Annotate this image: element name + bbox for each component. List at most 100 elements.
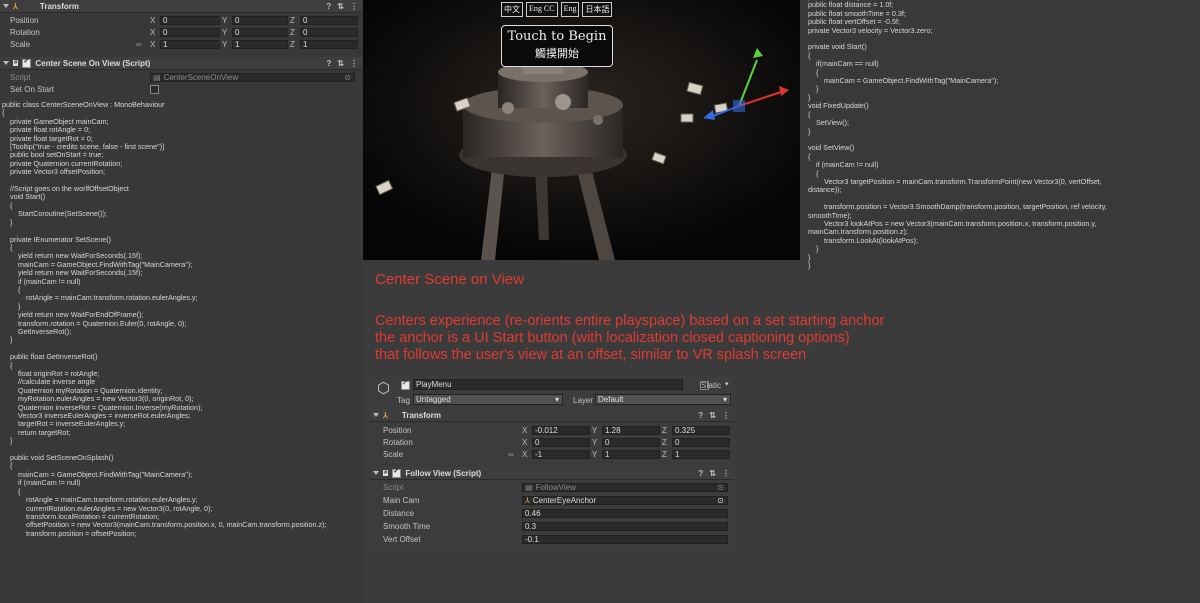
help-icon[interactable]: ? [326, 2, 331, 11]
follow-view-header[interactable]: # Follow View (Script) ? ⇅ ⋮ [370, 467, 734, 480]
object-name-field[interactable]: PlayMenu [413, 379, 683, 390]
position-z-field[interactable]: 0.325 [672, 426, 730, 435]
more-icon[interactable]: ⋮ [722, 411, 730, 420]
transform-ref-icon: ⅄ [525, 496, 530, 505]
layer-label: Layer [573, 396, 594, 405]
right-code-panel: public GameObject mainCam; public float … [802, 0, 1146, 307]
smooth-time-row: Smooth Time 0.3 [383, 521, 733, 532]
position-label: Position [10, 16, 39, 25]
scale-row: Scale ∞ X -1 Y1 Z1 [383, 449, 733, 460]
script-header[interactable]: # Center Scene On View (Script) ? ⇅ ⋮ [0, 57, 362, 70]
lang-button-eng[interactable]: Eng [560, 2, 580, 17]
distance-field[interactable]: 0.46 [522, 509, 728, 518]
z-axis-label: Z [662, 450, 667, 459]
foldout-arrow-icon[interactable] [3, 61, 9, 65]
y-axis-label: Y [592, 450, 598, 459]
transform-title: Transform [39, 1, 80, 11]
scale-y-field[interactable]: 1 [602, 450, 660, 459]
scale-z-field[interactable]: 1 [672, 450, 730, 459]
rotation-x-field[interactable]: 0 [532, 438, 590, 447]
lang-button-chinese[interactable]: 中文 [501, 2, 523, 17]
cube-icon: ⬡ [377, 380, 391, 397]
position-row: Position X -0.012 Y 1.28 Z 0.325 [383, 425, 733, 436]
rotation-y-field[interactable]: 0 [232, 28, 288, 37]
scale-label: Scale [383, 450, 404, 459]
help-icon[interactable]: ? [698, 411, 703, 420]
position-z-field[interactable]: 0 [300, 16, 358, 25]
more-icon[interactable]: ⋮ [722, 469, 730, 478]
help-icon[interactable]: ? [698, 469, 703, 478]
caption-line: Centers experience (re-orients entire pl… [375, 313, 885, 329]
static-dropdown-icon[interactable]: ▾ [725, 380, 729, 388]
transform-header[interactable]: ⅄ Transform ? ⇅ ⋮ [0, 0, 362, 13]
scale-label: Scale [10, 40, 31, 49]
main-cam-label: Main Cam [383, 496, 420, 505]
script-label: Script [383, 483, 404, 492]
rotation-z-field[interactable]: 0 [300, 28, 358, 37]
touch-to-begin-zh-label: 觸摸開始 [535, 48, 579, 60]
object-active-checkbox[interactable] [401, 379, 410, 390]
more-icon[interactable]: ⋮ [350, 59, 358, 68]
y-axis-label: Y [592, 426, 598, 435]
set-on-start-row: Set On Start [10, 84, 360, 95]
scale-z-field[interactable]: 1 [300, 40, 358, 49]
x-axis-label: X [522, 450, 528, 459]
position-y-field[interactable]: 1.28 [602, 426, 660, 435]
position-label: Position [383, 426, 412, 435]
y-axis-label: Y [222, 40, 228, 49]
foldout-arrow-icon[interactable] [373, 471, 379, 475]
tag-dropdown[interactable]: Untagged ▾ [413, 394, 563, 405]
playmenu-inspector: ⬡ PlayMenu Static ▾ Tag Untagged▾ Layer … [370, 374, 734, 549]
object-picker-icon[interactable]: ⊙ [717, 496, 724, 505]
object-picker-icon[interactable]: ⊙ [717, 483, 724, 492]
main-cam-field[interactable]: ⅄ CenterEyeAnchor ⊙ [522, 496, 728, 505]
transform-header[interactable]: ⅄ Transform ? ⇅ ⋮ [370, 409, 734, 422]
vert-offset-field[interactable]: -0.1 [522, 535, 728, 544]
transform-title: Transform [401, 410, 442, 420]
object-picker-icon[interactable]: ⊙ [344, 73, 351, 82]
smooth-time-field[interactable]: 0.3 [522, 522, 728, 531]
foldout-arrow-icon[interactable] [373, 413, 379, 417]
lang-button-japanese[interactable]: 日本語 [582, 2, 613, 17]
x-axis-label: X [150, 16, 156, 25]
layer-dropdown[interactable]: Default ▾ [595, 394, 731, 405]
preset-icon[interactable]: ⇅ [709, 411, 716, 420]
foldout-arrow-icon[interactable] [3, 4, 9, 8]
link-icon[interactable]: ∞ [508, 450, 522, 459]
scale-x-field[interactable]: 1 [160, 40, 220, 49]
enabled-checkbox[interactable] [392, 467, 402, 478]
script-title: Center Scene On View (Script) [35, 58, 151, 68]
position-y-field[interactable]: 0 [232, 16, 288, 25]
rotation-label: Rotation [383, 438, 413, 447]
enabled-checkbox[interactable] [22, 57, 32, 68]
touch-to-begin-label: Touch to Begin [507, 29, 607, 44]
caption-line: that follows the user's view at an offse… [375, 347, 807, 363]
y-axis-label: Y [222, 16, 228, 25]
preset-icon[interactable]: ⇅ [337, 59, 344, 68]
transform-axes-icon: ⅄ [383, 410, 388, 420]
z-axis-label: Z [290, 40, 295, 49]
link-icon[interactable]: ∞ [136, 40, 150, 49]
preset-icon[interactable]: ⇅ [709, 469, 716, 478]
position-x-field[interactable]: -0.012 [532, 426, 590, 435]
script-label: Script [10, 73, 31, 82]
rotation-y-field[interactable]: 0 [602, 438, 660, 447]
touch-to-begin-button[interactable]: Touch to Begin 觸摸開始 [501, 25, 613, 67]
scale-x-field[interactable]: -1 [532, 450, 590, 459]
script-field: ▤ CenterSceneOnView ⊙ [150, 73, 355, 82]
position-row: Position X0 Y0 Z0 [10, 15, 360, 26]
help-icon[interactable]: ? [326, 59, 331, 68]
game-view: 中文 Eng CC Eng 日本語 Touch to Begin 觸摸開始 [363, 0, 800, 260]
caption-title: Center Scene on View [375, 271, 524, 288]
rotation-x-field[interactable]: 0 [160, 28, 220, 37]
preset-icon[interactable]: ⇅ [337, 2, 344, 11]
position-x-field[interactable]: 0 [160, 16, 220, 25]
x-axis-label: X [150, 28, 156, 37]
rotation-z-field[interactable]: 0 [672, 438, 730, 447]
scale-y-field[interactable]: 1 [232, 40, 288, 49]
set-on-start-checkbox[interactable] [150, 85, 159, 94]
more-icon[interactable]: ⋮ [350, 2, 358, 11]
x-axis-label: X [522, 438, 528, 447]
lang-button-eng-cc[interactable]: Eng CC [526, 2, 558, 17]
dropdown-arrow-icon: ▾ [722, 395, 727, 404]
